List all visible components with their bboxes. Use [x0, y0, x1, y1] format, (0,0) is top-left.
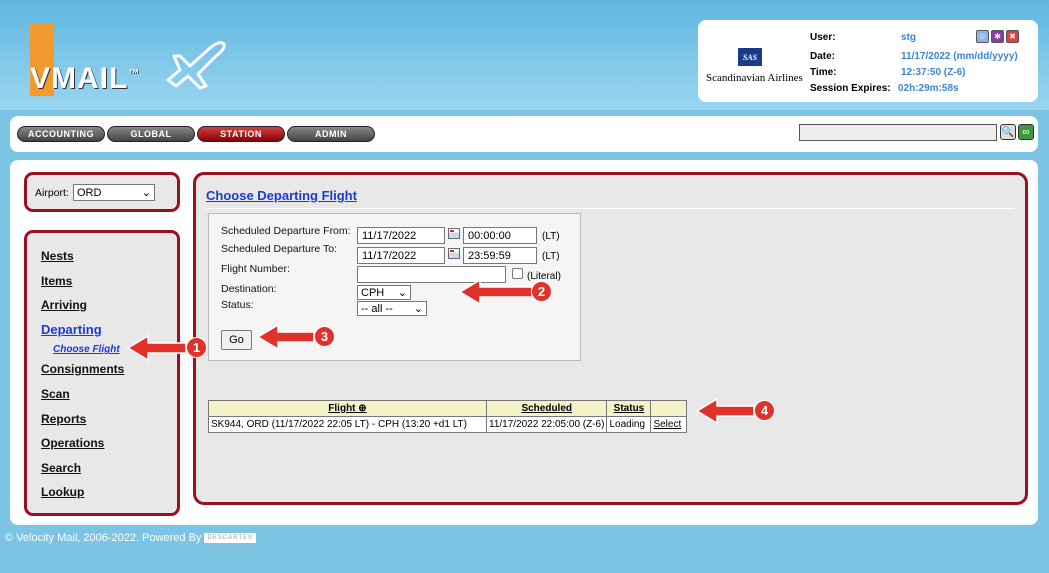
annotation-arrow-2 — [458, 278, 533, 306]
annotation-arrow-3 — [256, 323, 315, 351]
annotation-layer — [126, 278, 755, 425]
descartes-logo: DESCARTES — [204, 533, 257, 544]
footer-text: © Velocity Mail, 2006-2022. Powered By — [5, 532, 202, 544]
callout-badge-2: 2 — [531, 281, 552, 302]
footer: © Velocity Mail, 2006-2022. Powered By DE… — [5, 532, 257, 544]
callout-badge-3: 3 — [314, 326, 335, 347]
annotation-arrow-1 — [126, 334, 187, 362]
callout-badge-4: 4 — [754, 400, 775, 421]
callout-badge-1: 1 — [186, 337, 207, 358]
annotation-arrow-4 — [695, 397, 755, 425]
